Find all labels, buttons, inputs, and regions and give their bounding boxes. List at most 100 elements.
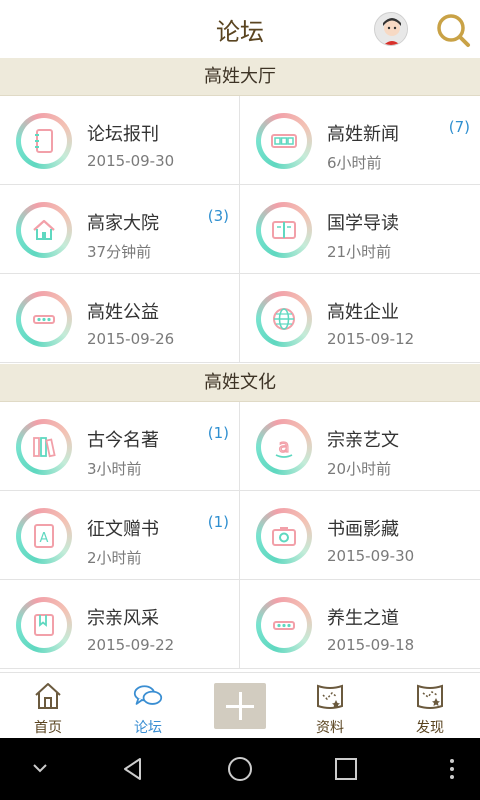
- forum-item-courtyard[interactable]: 高家大院 37分钟前 (3): [0, 185, 240, 274]
- top-bar: 论坛: [0, 0, 480, 58]
- home-icon: [35, 683, 61, 709]
- icon-ring: a: [256, 419, 312, 475]
- dots-icon: [33, 315, 55, 324]
- book-icon: [272, 221, 296, 239]
- icon-ring: [16, 202, 72, 258]
- forum-name: 古今名著: [87, 430, 159, 451]
- unread-badge: (1): [207, 424, 229, 442]
- home-circle-icon[interactable]: [227, 756, 253, 782]
- forum-name: 书画影藏: [327, 519, 399, 540]
- icon-ring: [256, 291, 312, 347]
- forum-time: 21小时前: [327, 243, 392, 261]
- grid-row: 高姓公益 2015-09-26 高姓企业 2015-09-12: [0, 274, 480, 363]
- icon-ring: [16, 291, 72, 347]
- forum-name: 高姓公益: [87, 302, 159, 323]
- back-icon[interactable]: [120, 756, 146, 782]
- app-root: 论坛 高姓大厅 论坛报刊 2015-09-30 高姓新闻 6小时前 (7) 高家…: [0, 0, 480, 800]
- forum-time: 20小时前: [327, 460, 392, 478]
- icon-ring: A: [16, 508, 72, 564]
- grid-row: 高家大院 37分钟前 (3) 国学导读 21小时前: [0, 185, 480, 274]
- nav-label: 发现: [416, 720, 444, 736]
- forum-name: 宗亲艺文: [327, 430, 399, 451]
- search-icon: [437, 14, 470, 47]
- forum-time: 2015-09-30: [87, 152, 175, 170]
- svg-text:a: a: [278, 436, 289, 457]
- system-nav-bar: [0, 738, 480, 800]
- map-star-icon: [417, 684, 443, 709]
- notebook-icon: [35, 129, 53, 153]
- icon-ring: [256, 508, 312, 564]
- unread-badge: (7): [448, 118, 470, 136]
- section-header-culture: 高姓文化: [0, 364, 480, 402]
- svg-text:A: A: [40, 531, 49, 546]
- forum-name: 养生之道: [327, 608, 399, 629]
- recent-apps-icon[interactable]: [334, 757, 358, 781]
- globe-icon: [273, 308, 295, 330]
- section-header-hall: 高姓大厅: [0, 58, 480, 96]
- forum-time: 3小时前: [87, 460, 142, 478]
- bottom-nav: 首页 论坛 资料 发现: [0, 672, 480, 738]
- unread-badge: (1): [207, 513, 229, 531]
- forum-item-classics[interactable]: 古今名著 3小时前 (1): [0, 402, 240, 491]
- unread-badge: (3): [207, 207, 229, 225]
- forum-item-enterprise[interactable]: 高姓企业 2015-09-12: [240, 274, 480, 363]
- nav-discover[interactable]: 发现: [382, 673, 478, 739]
- forum-item-arts[interactable]: a 宗亲艺文 20小时前: [240, 402, 480, 491]
- forum-name: 高家大院: [87, 213, 159, 234]
- forum-time: 2015-09-18: [327, 636, 415, 654]
- forum-time: 2015-09-22: [87, 636, 175, 654]
- forum-time: 2015-09-30: [327, 547, 415, 565]
- forum-time: 6小时前: [327, 154, 382, 172]
- nav-label: 论坛: [134, 720, 162, 736]
- forum-item-paintings[interactable]: 书画影藏 2015-09-30: [240, 491, 480, 580]
- avatar[interactable]: [374, 12, 408, 46]
- forum-item-charity[interactable]: 高姓公益 2015-09-26: [0, 274, 240, 363]
- compose-post-button[interactable]: [214, 683, 266, 729]
- nav-label: 资料: [316, 720, 344, 736]
- forum-item-essay[interactable]: A 征文赠书 2小时前 (1): [0, 491, 240, 580]
- forum-name: 高姓企业: [327, 302, 399, 323]
- nav-label: 首页: [34, 720, 62, 736]
- section-title: 高姓文化: [204, 372, 276, 393]
- nav-home[interactable]: 首页: [0, 673, 96, 739]
- grid-row: 论坛报刊 2015-09-30 高姓新闻 6小时前 (7): [0, 96, 480, 185]
- nav-forum[interactable]: 论坛: [100, 673, 196, 739]
- nav-resources[interactable]: 资料: [282, 673, 378, 739]
- books-icon: [33, 437, 56, 458]
- chat-bubbles-icon: [133, 685, 163, 705]
- map-icon: [317, 684, 343, 709]
- search-button[interactable]: [435, 12, 471, 48]
- document-a-icon: A: [34, 524, 54, 548]
- house-icon: [33, 219, 55, 240]
- bookmark-icon: [34, 614, 54, 636]
- forum-name: 征文赠书: [87, 519, 159, 540]
- icon-ring: [256, 202, 312, 258]
- icon-ring: [16, 419, 72, 475]
- forum-item-newspaper[interactable]: 论坛报刊 2015-09-30: [0, 96, 240, 185]
- forum-name: 高姓新闻: [327, 124, 399, 145]
- forum-name: 宗亲风采: [87, 608, 159, 629]
- forum-item-news[interactable]: 高姓新闻 6小时前 (7): [240, 96, 480, 185]
- newspaper-icon: [271, 134, 297, 148]
- page-title: 论坛: [216, 18, 264, 46]
- icon-ring: [256, 597, 312, 653]
- plus-icon-vertical: [239, 692, 242, 720]
- forum-time: 2015-09-26: [87, 330, 175, 348]
- forum-name: 国学导读: [327, 213, 399, 234]
- forum-item-style[interactable]: 宗亲风采 2015-09-22: [0, 580, 240, 669]
- chevron-down-icon[interactable]: [32, 762, 48, 774]
- forum-time: 2015-09-12: [327, 330, 415, 348]
- forum-item-health[interactable]: 养生之道 2015-09-18: [240, 580, 480, 669]
- letter-a-icon: a: [275, 435, 293, 458]
- camera-icon: [272, 527, 296, 546]
- forum-time: 37分钟前: [87, 243, 152, 261]
- icon-ring: [256, 113, 312, 169]
- icon-ring: [16, 113, 72, 169]
- grid-row: 古今名著 3小时前 (1) a 宗亲艺文 20小时前: [0, 402, 480, 491]
- grid-row: A 征文赠书 2小时前 (1) 书画影藏 2015-09-30: [0, 491, 480, 580]
- icon-ring: [16, 597, 72, 653]
- section-title: 高姓大厅: [204, 66, 276, 87]
- forum-item-guide[interactable]: 国学导读 21小时前: [240, 185, 480, 274]
- more-options-icon[interactable]: [448, 758, 456, 780]
- forum-name: 论坛报刊: [87, 124, 159, 145]
